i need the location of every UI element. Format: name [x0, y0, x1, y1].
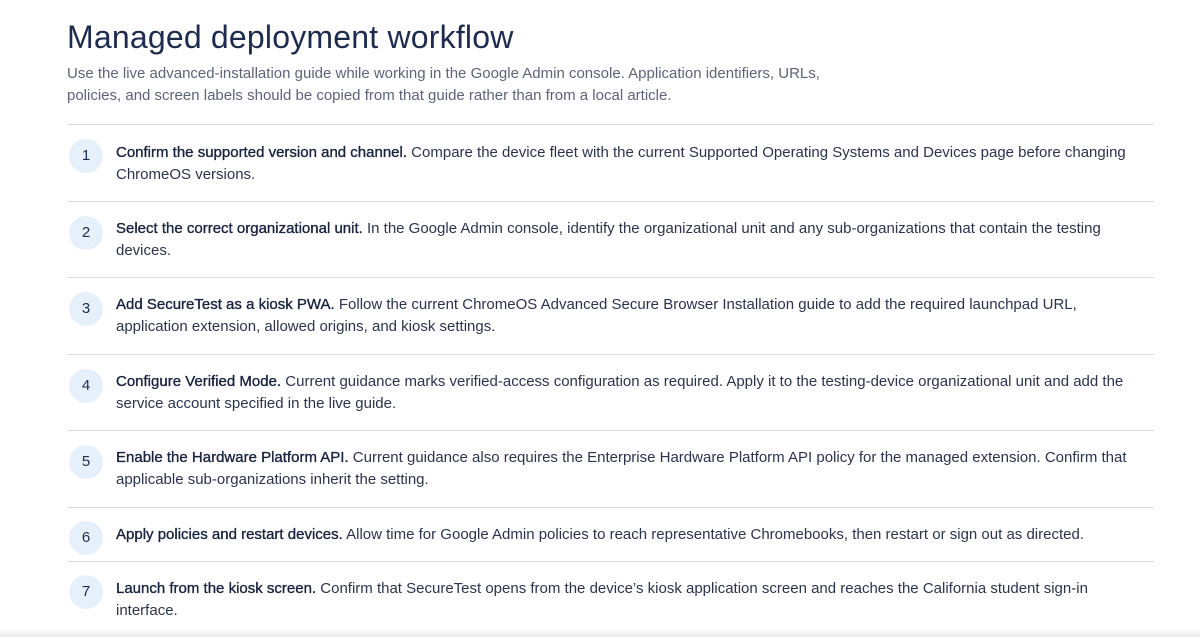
step-item: 1 Confirm the supported version and chan… [67, 124, 1154, 201]
step-lead: Apply policies and restart devices. [116, 526, 343, 543]
step-number-badge: 2 [69, 216, 103, 250]
step-number-badge: 3 [69, 292, 103, 326]
step-item: 2 Select the correct organizational unit… [67, 201, 1154, 277]
intro-line-2: policies, and screen labels should be co… [67, 87, 672, 104]
step-lead: Enable the Hardware Platform API. [116, 449, 349, 466]
step-body: Allow time for Google Admin policies to … [342, 526, 1084, 543]
steps-list: 1 Confirm the supported version and chan… [67, 124, 1154, 637]
step-number-badge: 6 [69, 521, 103, 555]
step-number-badge: 1 [69, 139, 103, 173]
step-lead: Configure Verified Mode. [116, 373, 282, 390]
step-item: 5 Enable the Hardware Platform API. Curr… [67, 430, 1154, 507]
step-number-badge: 4 [69, 369, 103, 403]
step-text: Apply policies and restart devices. Allo… [116, 524, 1151, 546]
step-number-badge: 7 [69, 575, 103, 609]
step-number-badge: 5 [69, 445, 103, 479]
step-text: Launch from the kiosk screen. Confirm th… [116, 578, 1151, 622]
step-item: 6 Apply policies and restart devices. Al… [67, 507, 1154, 561]
intro-paragraph: Use the live advanced-installation guide… [67, 63, 867, 107]
page-title: Managed deployment workflow [67, 19, 514, 55]
intro-line-1: Use the live advanced-installation guide… [67, 65, 820, 82]
step-text: Enable the Hardware Platform API. Curren… [116, 447, 1151, 491]
step-item: 3 Add SecureTest as a kiosk PWA. Follow … [67, 277, 1154, 354]
step-lead: Add SecureTest as a kiosk PWA. [116, 296, 335, 313]
step-lead: Launch from the kiosk screen. [116, 580, 317, 597]
step-lead: Confirm the supported version and channe… [116, 144, 408, 161]
step-text: Add SecureTest as a kiosk PWA. Follow th… [116, 294, 1151, 338]
step-text: Confirm the supported version and channe… [116, 142, 1151, 186]
step-item: 4 Configure Verified Mode. Current guida… [67, 354, 1154, 430]
bottom-edge-shadow [0, 628, 1200, 637]
step-text: Select the correct organizational unit. … [116, 218, 1151, 262]
step-item: 7 Launch from the kiosk screen. Confirm … [67, 561, 1154, 637]
step-lead: Select the correct organizational unit. [116, 220, 363, 237]
step-text: Configure Verified Mode. Current guidanc… [116, 371, 1151, 415]
